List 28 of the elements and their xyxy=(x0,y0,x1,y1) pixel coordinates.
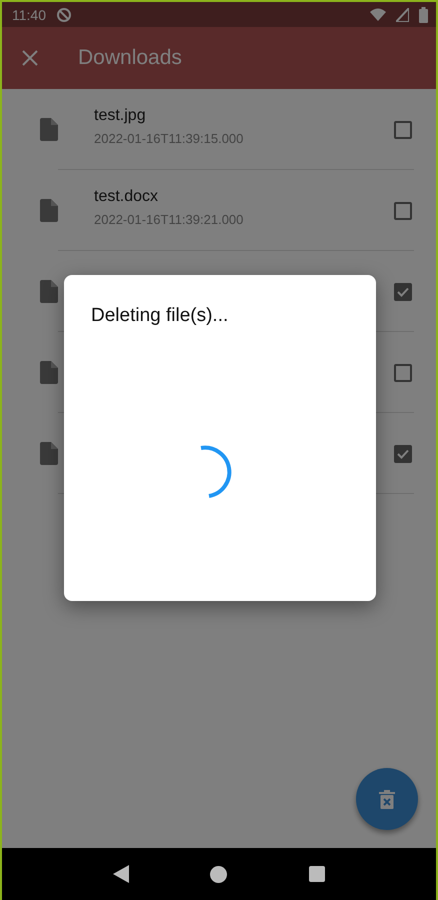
file-icon xyxy=(40,118,58,141)
status-time: 11:40 xyxy=(12,6,46,22)
file-name: test.jpg xyxy=(94,107,147,125)
file-icon xyxy=(40,280,58,303)
delete-icon xyxy=(379,790,395,808)
signal-icon xyxy=(396,8,409,22)
home-icon[interactable] xyxy=(210,866,228,882)
file-date: 2022-01-16T11:39:15.000 xyxy=(94,131,244,146)
checkbox[interactable] xyxy=(394,444,412,462)
checkbox[interactable] xyxy=(394,202,412,220)
file-date: 2022-01-16T11:39:21.000 xyxy=(94,212,244,227)
file-icon xyxy=(40,199,58,222)
delete-button[interactable] xyxy=(356,768,418,830)
checkbox[interactable] xyxy=(394,282,412,300)
check-icon xyxy=(397,448,409,458)
check-icon xyxy=(397,286,409,296)
wifi-icon xyxy=(370,8,386,22)
file-icon xyxy=(40,442,58,465)
file-name: test.docx xyxy=(94,188,160,206)
back-icon[interactable] xyxy=(112,865,129,883)
battery-icon xyxy=(419,6,428,22)
file-icon xyxy=(40,361,58,384)
checkbox[interactable] xyxy=(394,120,412,138)
recents-icon[interactable] xyxy=(309,866,326,882)
dialog-message: Deleting file(s)... xyxy=(91,305,228,327)
app-bar-title: Downloads xyxy=(78,46,182,70)
close-icon[interactable] xyxy=(22,50,38,66)
checkbox[interactable] xyxy=(394,364,412,382)
